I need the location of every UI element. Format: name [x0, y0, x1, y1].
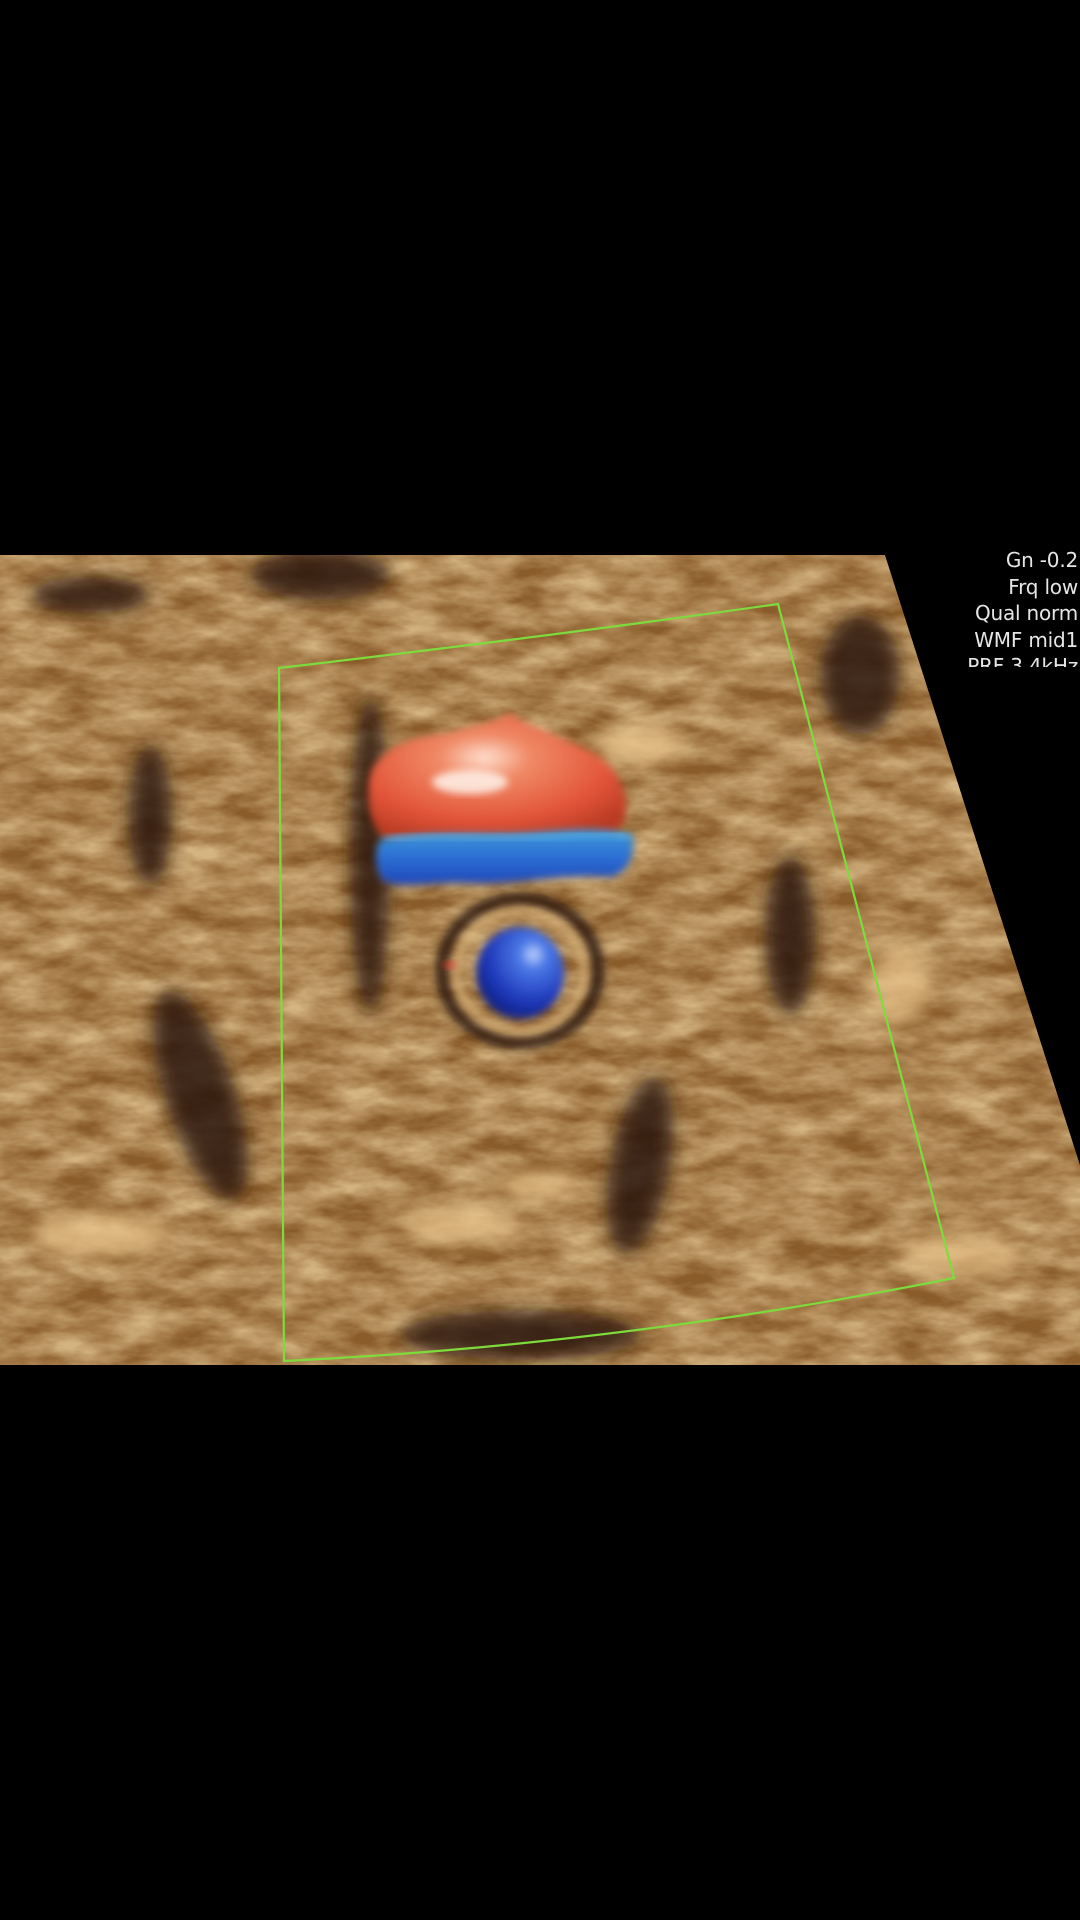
param-wall-motion-filter: WMF mid1 — [974, 627, 1078, 652]
param-prf: PRF 3.4kHz — [967, 654, 1078, 667]
ultrasound-scan-image — [0, 555, 1080, 1365]
param-frequency: Frq low — [1008, 574, 1078, 599]
param-quality: Qual norm — [974, 601, 1078, 625]
ultrasound-viewport: Gn -0.2 Frq low Qual norm WMF mid1 PRF 3… — [0, 548, 1080, 1365]
acquisition-parameters: Gn -0.2 Frq low Qual norm WMF mid1 PRF 3… — [818, 547, 1078, 667]
param-gain: Gn -0.2 — [1005, 548, 1078, 572]
